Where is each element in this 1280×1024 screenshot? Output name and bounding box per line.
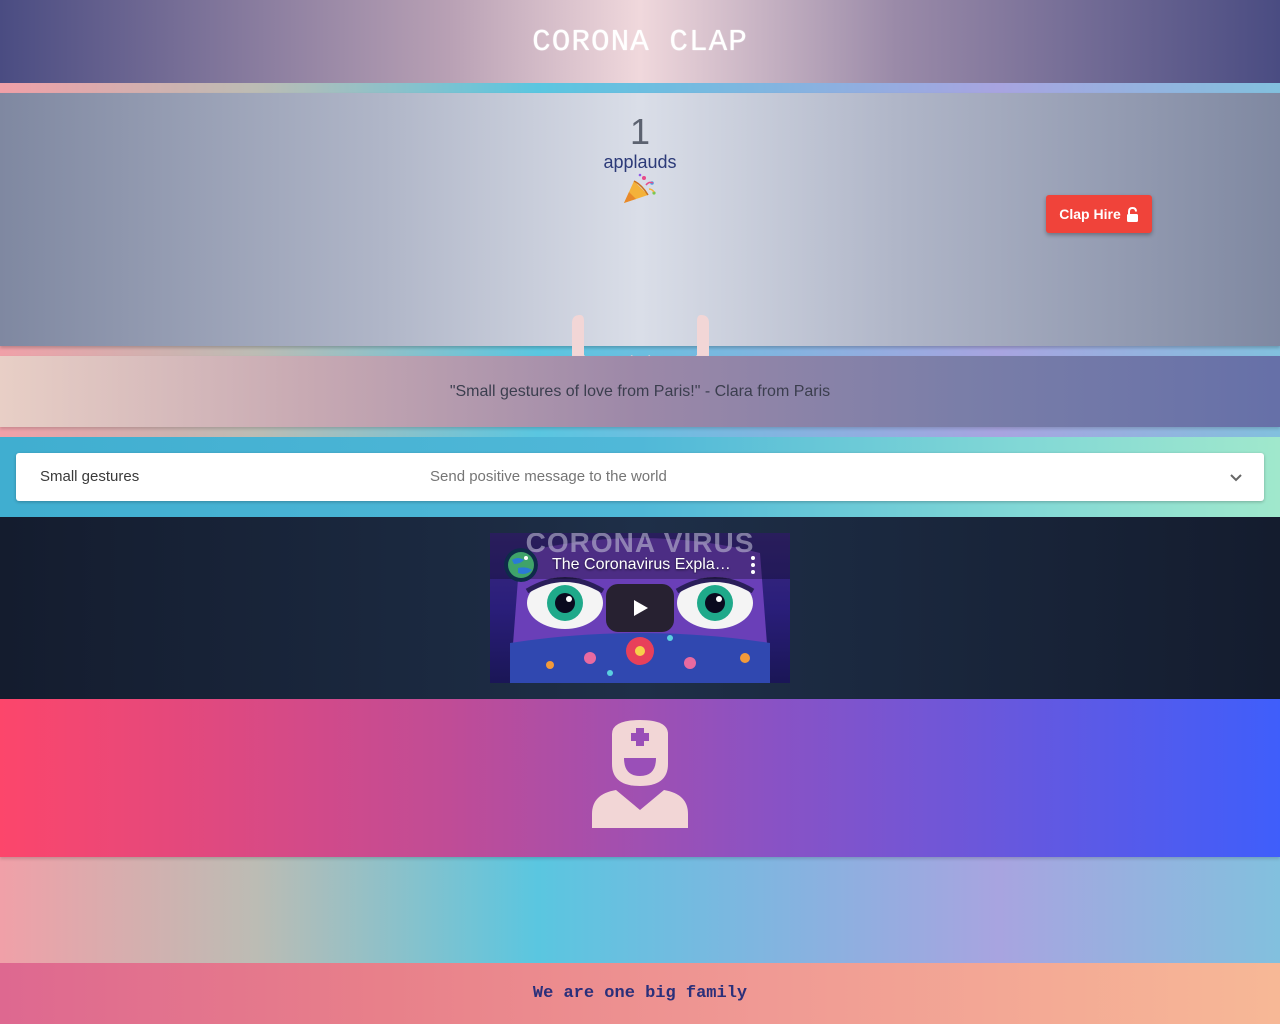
kebab-menu-icon[interactable]: [746, 553, 760, 577]
clap-hire-button[interactable]: Clap Hire: [1046, 195, 1152, 233]
applause-count: 1: [629, 111, 651, 152]
footer-text: We are one big family: [532, 984, 748, 1003]
app-header: CORONA CLAP: [0, 0, 1280, 83]
play-button[interactable]: [606, 584, 674, 632]
doctor-panel: [0, 699, 1280, 857]
accordion-section: Small gestures Send positive message to …: [0, 437, 1280, 517]
youtube-video-embed[interactable]: CORONA VIRUS The Coronavirus Explained &…: [490, 533, 790, 683]
accordion-subtitle: Send positive message to the world: [430, 468, 667, 485]
play-icon: [634, 600, 648, 616]
unlock-icon: [1126, 206, 1138, 222]
app-title: CORONA CLAP: [532, 25, 748, 60]
quote-panel: "Small gestures of love from Paris!" - C…: [0, 356, 1280, 427]
doctor-icon: [592, 720, 688, 828]
chevron-down-icon[interactable]: [1226, 467, 1246, 487]
applause-label: applauds: [603, 152, 677, 172]
footer: We are one big family: [0, 963, 1280, 1024]
party-popper-icon: [624, 173, 656, 203]
video-panel: CORONA VIRUS The Coronavirus Explained &…: [0, 517, 1280, 699]
clap-panel: 1 applauds Clap Hire: [0, 93, 1280, 411]
channel-avatar[interactable]: [504, 548, 538, 582]
clap-hire-label: Clap Hire: [1059, 206, 1121, 222]
accordion-title: Small gestures: [40, 468, 140, 485]
quote-text: "Small gestures of love from Paris!" - C…: [449, 382, 831, 400]
video-title[interactable]: The Coronavirus Explained & What You Sho…: [552, 556, 732, 574]
small-gestures-accordion[interactable]: Small gestures Send positive message to …: [16, 453, 1264, 501]
